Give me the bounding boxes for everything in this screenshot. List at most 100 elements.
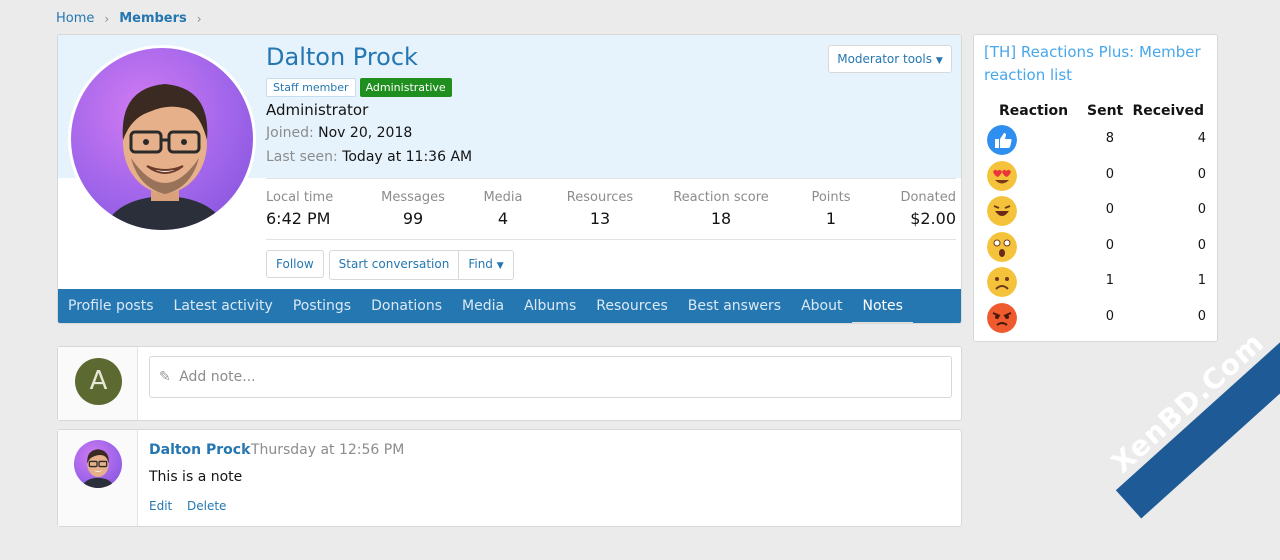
stat-donated: Donated $2.00 [900,190,956,228]
received-column-header: Received [1132,103,1204,119]
sent-count: 8 [1105,131,1114,146]
haha-icon [987,196,1017,226]
stat-value: 18 [710,209,732,228]
chevron-right-icon: › [104,11,110,26]
reaction-row: 0 0 [974,195,1219,227]
wow-icon [987,232,1017,262]
tab-about[interactable]: About [791,289,852,323]
reactions-sidebar: [TH] Reactions Plus: Member reaction lis… [973,34,1218,342]
joined-line: Joined: Nov 20, 2018 [266,125,412,141]
profile-username[interactable]: Dalton Prock [266,43,418,71]
stat-label: Media [483,190,523,205]
breadcrumb-members-link[interactable]: Members [119,11,187,26]
note-author-avatar[interactable] [74,440,122,488]
profile-avatar[interactable] [68,45,256,233]
moderator-tools-button[interactable]: Moderator tools ▼ [828,45,952,73]
avatar-illustration-icon [103,84,227,230]
sidebar-title[interactable]: [TH] Reactions Plus: Member reaction lis… [984,41,1209,87]
breadcrumb-home-link[interactable]: Home [56,11,94,26]
tab-media[interactable]: Media [452,289,514,323]
sent-count: 0 [1105,238,1114,253]
profile-badges: Staff member Administrative [266,78,452,97]
current-user-avatar[interactable]: A [75,358,122,405]
stat-label: Reaction score [673,190,769,205]
reaction-column-header: Reaction [999,103,1069,119]
stat-resources[interactable]: Resources 13 [564,190,636,228]
reaction-row: 1 1 [974,266,1219,298]
reaction-row: 8 4 [974,124,1219,156]
stat-local-time: Local time 6:42 PM [266,190,333,228]
tab-latest-activity[interactable]: Latest activity [164,289,283,323]
tab-resources[interactable]: Resources [586,289,678,323]
tab-donations[interactable]: Donations [361,289,452,323]
chevron-right-icon: › [196,11,202,26]
sent-count: 0 [1105,167,1114,182]
reaction-row: 0 0 [974,160,1219,192]
tab-postings[interactable]: Postings [283,289,361,323]
find-menu-button[interactable]: Find ▼ [458,251,513,279]
reaction-row: 0 0 [974,231,1219,263]
note-body: This is a note [149,469,243,485]
like-icon [987,125,1017,155]
add-note-input[interactable]: ✎ Add note... [149,356,952,398]
received-count: 0 [1197,238,1206,253]
caret-down-icon: ▼ [935,56,943,66]
breadcrumb: Home › Members › [56,11,202,26]
pencil-icon: ✎ [159,369,171,385]
stat-value: 4 [497,209,509,228]
tab-best-answers[interactable]: Best answers [678,289,791,323]
last-seen-line: Last seen: Today at 11:36 AM [266,149,472,165]
divider [266,239,956,240]
stat-label: Messages [381,190,445,205]
last-seen-label: Last seen: [266,149,338,165]
stat-media[interactable]: Media 4 [478,190,528,228]
stat-label: Resources [566,190,634,205]
note-item: Dalton Prock · Thursday at 12:56 PM This… [57,429,962,527]
add-note-placeholder: Add note... [179,369,256,385]
stat-label: Points [811,190,851,205]
received-count: 0 [1197,309,1206,324]
note-author-link[interactable]: Dalton Prock [149,442,250,458]
joined-value: Nov 20, 2018 [318,125,413,141]
sad-icon [987,267,1017,297]
stat-value: 6:42 PM [266,209,331,228]
administrative-badge: Administrative [359,78,452,97]
stat-points[interactable]: Points 1 [801,190,861,228]
conversation-button-group: Start conversation Find ▼ [328,250,514,280]
sent-count: 1 [1105,273,1114,288]
stat-value: $2.00 [910,209,956,228]
profile-action-buttons: Follow Start conversation Find ▼ [266,250,514,280]
caret-down-icon: ▼ [496,261,504,271]
sent-count: 0 [1105,309,1114,324]
stat-label: Local time [266,190,334,205]
moderator-tools-label: Moderator tools [837,52,932,66]
tab-notes[interactable]: Notes [852,289,914,323]
stat-reaction-score[interactable]: Reaction score 18 [671,190,771,228]
profile-tabs: Profile posts Latest activity Postings D… [58,289,961,323]
angry-icon [987,303,1017,333]
note-avatar-column [58,430,138,526]
avatar-illustration-icon [81,449,115,488]
stat-value: 1 [825,209,837,228]
stat-messages[interactable]: Messages 99 [378,190,448,228]
divider [266,178,956,179]
stat-label: Donated [900,190,956,205]
stat-value: 13 [589,209,611,228]
follow-button[interactable]: Follow [266,250,324,278]
received-count: 1 [1197,273,1206,288]
sent-count: 0 [1105,202,1114,217]
note-timestamp[interactable]: · Thursday at 12:56 PM [242,442,404,458]
tab-profile-posts[interactable]: Profile posts [58,289,164,323]
note-delete-link[interactable]: Delete [187,499,226,513]
received-count: 0 [1197,167,1206,182]
received-count: 4 [1197,131,1206,146]
start-conversation-button[interactable]: Start conversation [329,251,459,279]
note-edit-link[interactable]: Edit [149,499,172,513]
tab-albums[interactable]: Albums [514,289,586,323]
reaction-row: 0 0 [974,302,1219,334]
find-label: Find [468,257,493,271]
received-count: 0 [1197,202,1206,217]
add-note-avatar-column: A [58,347,138,420]
add-note-box: A ✎ Add note... [57,346,962,421]
staff-member-badge: Staff member [266,78,356,97]
